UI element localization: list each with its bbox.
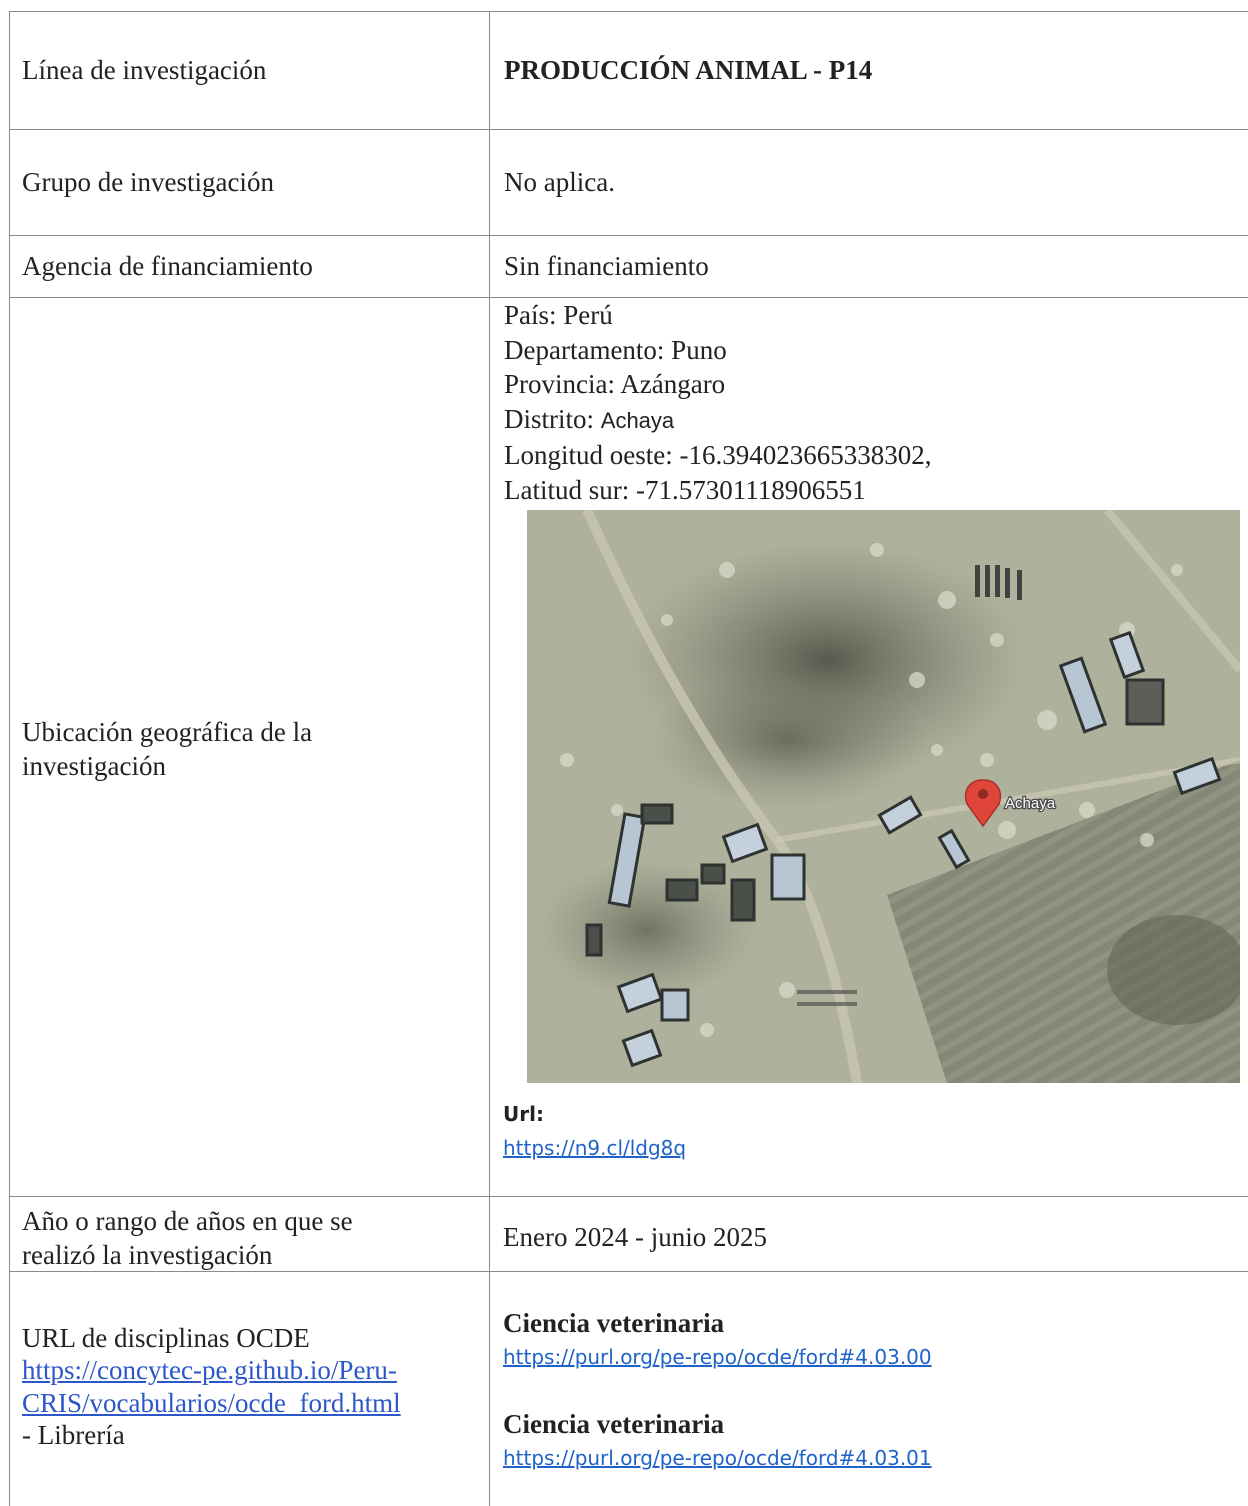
ocde-vocab-link-part1[interactable]: https://concytec-pe.github.io/Peru- xyxy=(22,1355,397,1385)
grupo-value: No aplica. xyxy=(504,167,615,197)
discipline-name-2: Ciencia veterinaria xyxy=(503,1409,725,1439)
pais-text: País: Perú xyxy=(504,300,613,330)
table-border-left xyxy=(9,11,10,1506)
discipline-url-2[interactable]: https://purl.org/pe-repo/ocde/ford#4.03.… xyxy=(503,1446,932,1470)
agencia-label: Agencia de financiamiento xyxy=(22,251,313,281)
satellite-map: Achaya xyxy=(527,510,1240,1083)
location-url-link[interactable]: https://n9.cl/ldg8q xyxy=(503,1136,686,1160)
url-label: Url: xyxy=(503,1102,544,1126)
ocde-vocab-link-part2[interactable]: CRIS/vocabularios/ocde_ford.html xyxy=(22,1388,401,1418)
distrito-label: Distrito: xyxy=(504,403,601,434)
ocde-label: URL de disciplinas OCDE https://concytec… xyxy=(22,1322,472,1452)
longitud-text: Longitud oeste: -16.394023665338302, xyxy=(504,440,932,470)
anio-label-line2: realizó la investigación xyxy=(22,1239,273,1270)
linea-value: PRODUCCIÓN ANIMAL - P14 xyxy=(504,55,873,85)
row-divider xyxy=(9,1196,1248,1197)
anio-label: Año o rango de años en que se realizó la… xyxy=(22,1205,472,1273)
table-border-top xyxy=(9,11,1248,12)
anio-value: Enero 2024 - junio 2025 xyxy=(503,1222,767,1252)
ocde-label-line1: URL de disciplinas OCDE xyxy=(22,1323,310,1353)
distrito-line: Distrito: Achaya xyxy=(504,402,1234,439)
ubicacion-label-line2: investigación xyxy=(22,750,166,781)
column-divider xyxy=(489,11,490,1506)
ubicacion-label: Ubicación geográfica de la investigación xyxy=(22,716,472,784)
ubicacion-details: País: Perú Departamento: Puno Provincia:… xyxy=(504,298,1234,507)
map-place-label: Achaya xyxy=(1005,795,1056,812)
ocde-label-line4: - Librería xyxy=(22,1420,125,1451)
discipline-name-1: Ciencia veterinaria xyxy=(503,1308,725,1338)
distrito-value: Achaya xyxy=(600,407,675,433)
agencia-value: Sin financiamiento xyxy=(504,251,709,281)
row-divider xyxy=(9,235,1248,236)
provincia-text: Provincia: Azángaro xyxy=(504,369,726,399)
grupo-label: Grupo de investigación xyxy=(22,167,274,197)
row-divider xyxy=(9,129,1248,130)
latitud-text: Latitud sur: -71.57301118906551 xyxy=(504,474,866,505)
discipline-url-1[interactable]: https://purl.org/pe-repo/ocde/ford#4.03.… xyxy=(503,1345,932,1369)
departamento-text: Departamento: Puno xyxy=(504,334,727,365)
satellite-map-graphic: Achaya xyxy=(527,510,1240,1083)
linea-label: Línea de investigación xyxy=(22,55,267,85)
info-table: Línea de investigación PRODUCCIÓN ANIMAL… xyxy=(0,0,1248,1506)
anio-label-line1: Año o rango de años en que se xyxy=(22,1206,353,1236)
ubicacion-label-line1: Ubicación geográfica de la xyxy=(22,717,313,747)
